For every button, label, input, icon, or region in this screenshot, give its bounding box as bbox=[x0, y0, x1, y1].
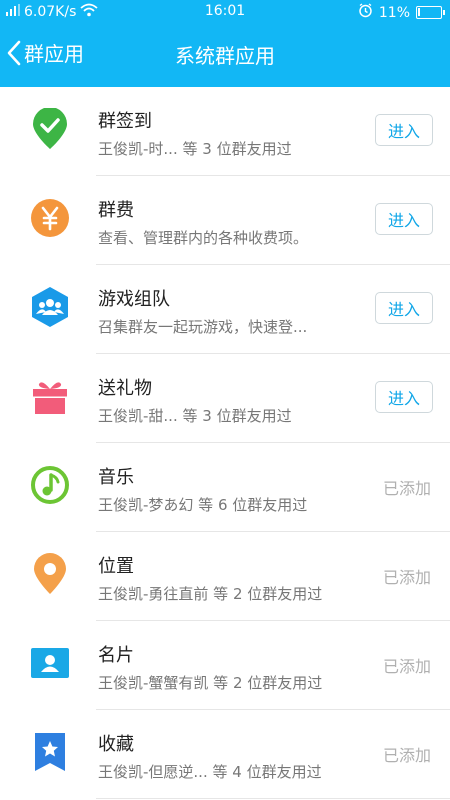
app-title: 位置 bbox=[98, 556, 134, 577]
battery-percent: 11% bbox=[378, 4, 410, 21]
page-title: 系统群应用 bbox=[175, 44, 275, 68]
app-title: 群签到 bbox=[98, 111, 152, 132]
added-status: 已添加 bbox=[382, 657, 431, 676]
yuan-coin-icon bbox=[30, 198, 70, 238]
list-item[interactable]: 名片 王俊凯-蟹蟹有凯 等 2 位群友用过 已添加 bbox=[0, 621, 450, 710]
added-status: 已添加 bbox=[382, 746, 431, 765]
app-subtitle: 王俊凯-甜... 等 3 位群友用过 bbox=[98, 407, 292, 425]
music-note-icon bbox=[30, 465, 70, 505]
app-subtitle: 王俊凯-梦あ幻 等 6 位群友用过 bbox=[98, 496, 308, 514]
list-item[interactable]: 游戏组队 召集群友一起玩游戏，快速登... 进入 bbox=[0, 265, 450, 354]
app-title: 名片 bbox=[98, 645, 134, 666]
added-status: 已添加 bbox=[382, 479, 431, 498]
app-subtitle: 王俊凯-但愿逆... 等 4 位群友用过 bbox=[98, 763, 322, 781]
bookmark-star-icon bbox=[30, 732, 70, 772]
app-title: 游戏组队 bbox=[98, 289, 170, 310]
app-subtitle: 王俊凯-勇往直前 等 2 位群友用过 bbox=[98, 585, 323, 603]
list-item[interactable]: 群费 查看、管理群内的各种收费项。 进入 bbox=[0, 176, 450, 265]
app-subtitle: 王俊凯-蟹蟹有凯 等 2 位群友用过 bbox=[98, 674, 323, 692]
enter-button[interactable]: 进入 bbox=[375, 203, 433, 235]
top-bar: 6.07K/s 16:01 11% 群应用 系统群应用 bbox=[0, 0, 450, 87]
alarm-icon bbox=[358, 3, 373, 22]
contact-card-icon bbox=[30, 643, 70, 683]
list-item[interactable]: 音乐 王俊凯-梦あ幻 等 6 位群友用过 已添加 bbox=[0, 443, 450, 532]
app-title: 群费 bbox=[98, 200, 134, 221]
app-list: 群签到 王俊凯-时... 等 3 位群友用过 进入 群费 查看、管理群内的各种收… bbox=[0, 87, 450, 799]
location-pin-icon bbox=[30, 553, 70, 594]
list-item[interactable]: 位置 王俊凯-勇往直前 等 2 位群友用过 已添加 bbox=[0, 532, 450, 621]
added-status: 已添加 bbox=[382, 568, 431, 587]
battery-icon bbox=[416, 6, 445, 19]
team-hexagon-icon bbox=[30, 287, 70, 327]
app-title: 送礼物 bbox=[98, 378, 152, 399]
list-item[interactable]: 群签到 王俊凯-时... 等 3 位群友用过 进入 bbox=[0, 87, 450, 176]
enter-button[interactable]: 进入 bbox=[375, 292, 433, 324]
app-subtitle: 查看、管理群内的各种收费项。 bbox=[98, 229, 309, 247]
app-subtitle: 王俊凯-时... 等 3 位群友用过 bbox=[98, 140, 292, 158]
gift-icon bbox=[30, 376, 70, 416]
check-pin-icon bbox=[30, 108, 70, 149]
status-bar: 6.07K/s 16:01 11% bbox=[0, 0, 450, 24]
enter-button[interactable]: 进入 bbox=[375, 114, 433, 146]
list-item[interactable]: 送礼物 王俊凯-甜... 等 3 位群友用过 进入 bbox=[0, 354, 450, 443]
app-title: 收藏 bbox=[98, 734, 134, 755]
app-subtitle: 召集群友一起玩游戏，快速登... bbox=[98, 318, 308, 336]
app-title: 音乐 bbox=[98, 467, 134, 488]
status-right: 11% bbox=[358, 3, 445, 22]
list-item[interactable]: 收藏 王俊凯-但愿逆... 等 4 位群友用过 已添加 bbox=[0, 710, 450, 799]
nav-bar: 群应用 系统群应用 bbox=[0, 26, 450, 82]
enter-button[interactable]: 进入 bbox=[375, 381, 433, 413]
